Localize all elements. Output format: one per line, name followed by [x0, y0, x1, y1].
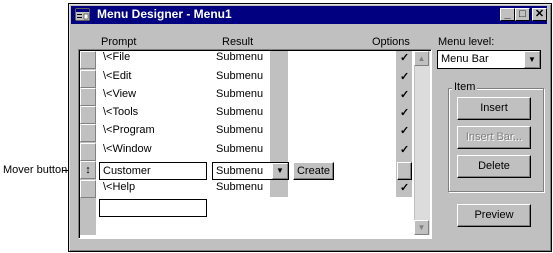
item-group-label: Item — [452, 81, 478, 93]
mover-button[interactable] — [80, 106, 96, 124]
menu-level-dropdown[interactable]: Menu Bar ▼ — [437, 50, 541, 69]
scroll-up-icon[interactable]: ▲ — [414, 51, 429, 66]
options-check-icon[interactable]: ✓ — [400, 106, 409, 119]
scroll-down-icon[interactable]: ▼ — [414, 220, 429, 235]
menu-level-value: Menu Bar — [441, 53, 489, 65]
minimize-icon: _ — [504, 8, 511, 20]
options-column-header: Options — [372, 36, 410, 48]
result-dropdown[interactable]: Submenu ▼ — [212, 162, 289, 180]
options-check-icon[interactable]: ✓ — [400, 181, 409, 194]
mover-button-callout: Mover button — [3, 164, 68, 176]
result-cell[interactable]: Submenu — [216, 70, 263, 82]
mover-button[interactable] — [80, 143, 96, 161]
result-cell[interactable]: Submenu — [216, 143, 263, 155]
menu-level-label: Menu level: — [438, 36, 495, 48]
options-check-icon[interactable]: ✓ — [400, 51, 409, 64]
result-column-header: Result — [222, 36, 254, 48]
options-check-icon[interactable]: ✓ — [400, 70, 409, 83]
mover-button[interactable] — [80, 70, 96, 88]
insert-button[interactable]: Insert — [457, 97, 531, 120]
menu-designer-icon — [75, 8, 90, 21]
minimize-button[interactable]: _ — [500, 8, 515, 21]
prompt-input[interactable]: Customer — [99, 162, 207, 180]
window-title: Menu Designer - Menu1 — [97, 7, 232, 21]
prompt-cell[interactable]: \<Program — [103, 124, 155, 136]
chevron-down-icon[interactable]: ▼ — [524, 51, 540, 68]
prompt-cell[interactable]: \<Window — [103, 143, 152, 155]
chevron-down-icon[interactable]: ▼ — [272, 163, 288, 179]
prompt-cell[interactable]: \<Tools — [103, 106, 138, 118]
close-button[interactable]: ✕ — [532, 8, 547, 21]
close-icon: ✕ — [534, 8, 545, 20]
create-button[interactable]: Create — [293, 162, 334, 180]
result-dropdown-value: Submenu — [216, 165, 264, 177]
mover-button[interactable] — [80, 180, 96, 198]
vertical-scrollbar[interactable] — [414, 51, 430, 235]
options-check-icon[interactable]: ✓ — [400, 88, 409, 101]
maximize-icon: □ — [519, 8, 526, 20]
result-cell[interactable]: Submenu — [216, 51, 263, 63]
maximize-button[interactable]: □ — [515, 8, 530, 21]
prompt-cell[interactable]: \<Help — [103, 181, 135, 193]
mover-button[interactable] — [80, 51, 96, 69]
mover-button-active[interactable]: ↕ — [80, 161, 96, 179]
result-cell[interactable]: Submenu — [216, 124, 263, 136]
prompt-cell[interactable]: \<Edit — [103, 70, 131, 82]
prompt-cell[interactable]: \<File — [103, 51, 130, 63]
options-button[interactable] — [397, 162, 412, 180]
delete-button[interactable]: Delete — [457, 155, 531, 178]
options-check-icon[interactable]: ✓ — [400, 143, 409, 156]
result-cell[interactable]: Submenu — [216, 106, 263, 118]
result-cell[interactable]: Submenu — [216, 181, 263, 193]
insert-bar-button[interactable]: Insert Bar... — [457, 126, 531, 149]
mover-button[interactable] — [80, 88, 96, 106]
new-prompt-input[interactable] — [99, 199, 207, 217]
preview-button[interactable]: Preview — [457, 204, 531, 227]
mover-button[interactable] — [80, 124, 96, 142]
prompt-column-header: Prompt — [101, 36, 137, 48]
result-cell[interactable]: Submenu — [216, 88, 263, 100]
options-check-icon[interactable]: ✓ — [400, 124, 409, 137]
prompt-cell[interactable]: \<View — [103, 88, 136, 100]
